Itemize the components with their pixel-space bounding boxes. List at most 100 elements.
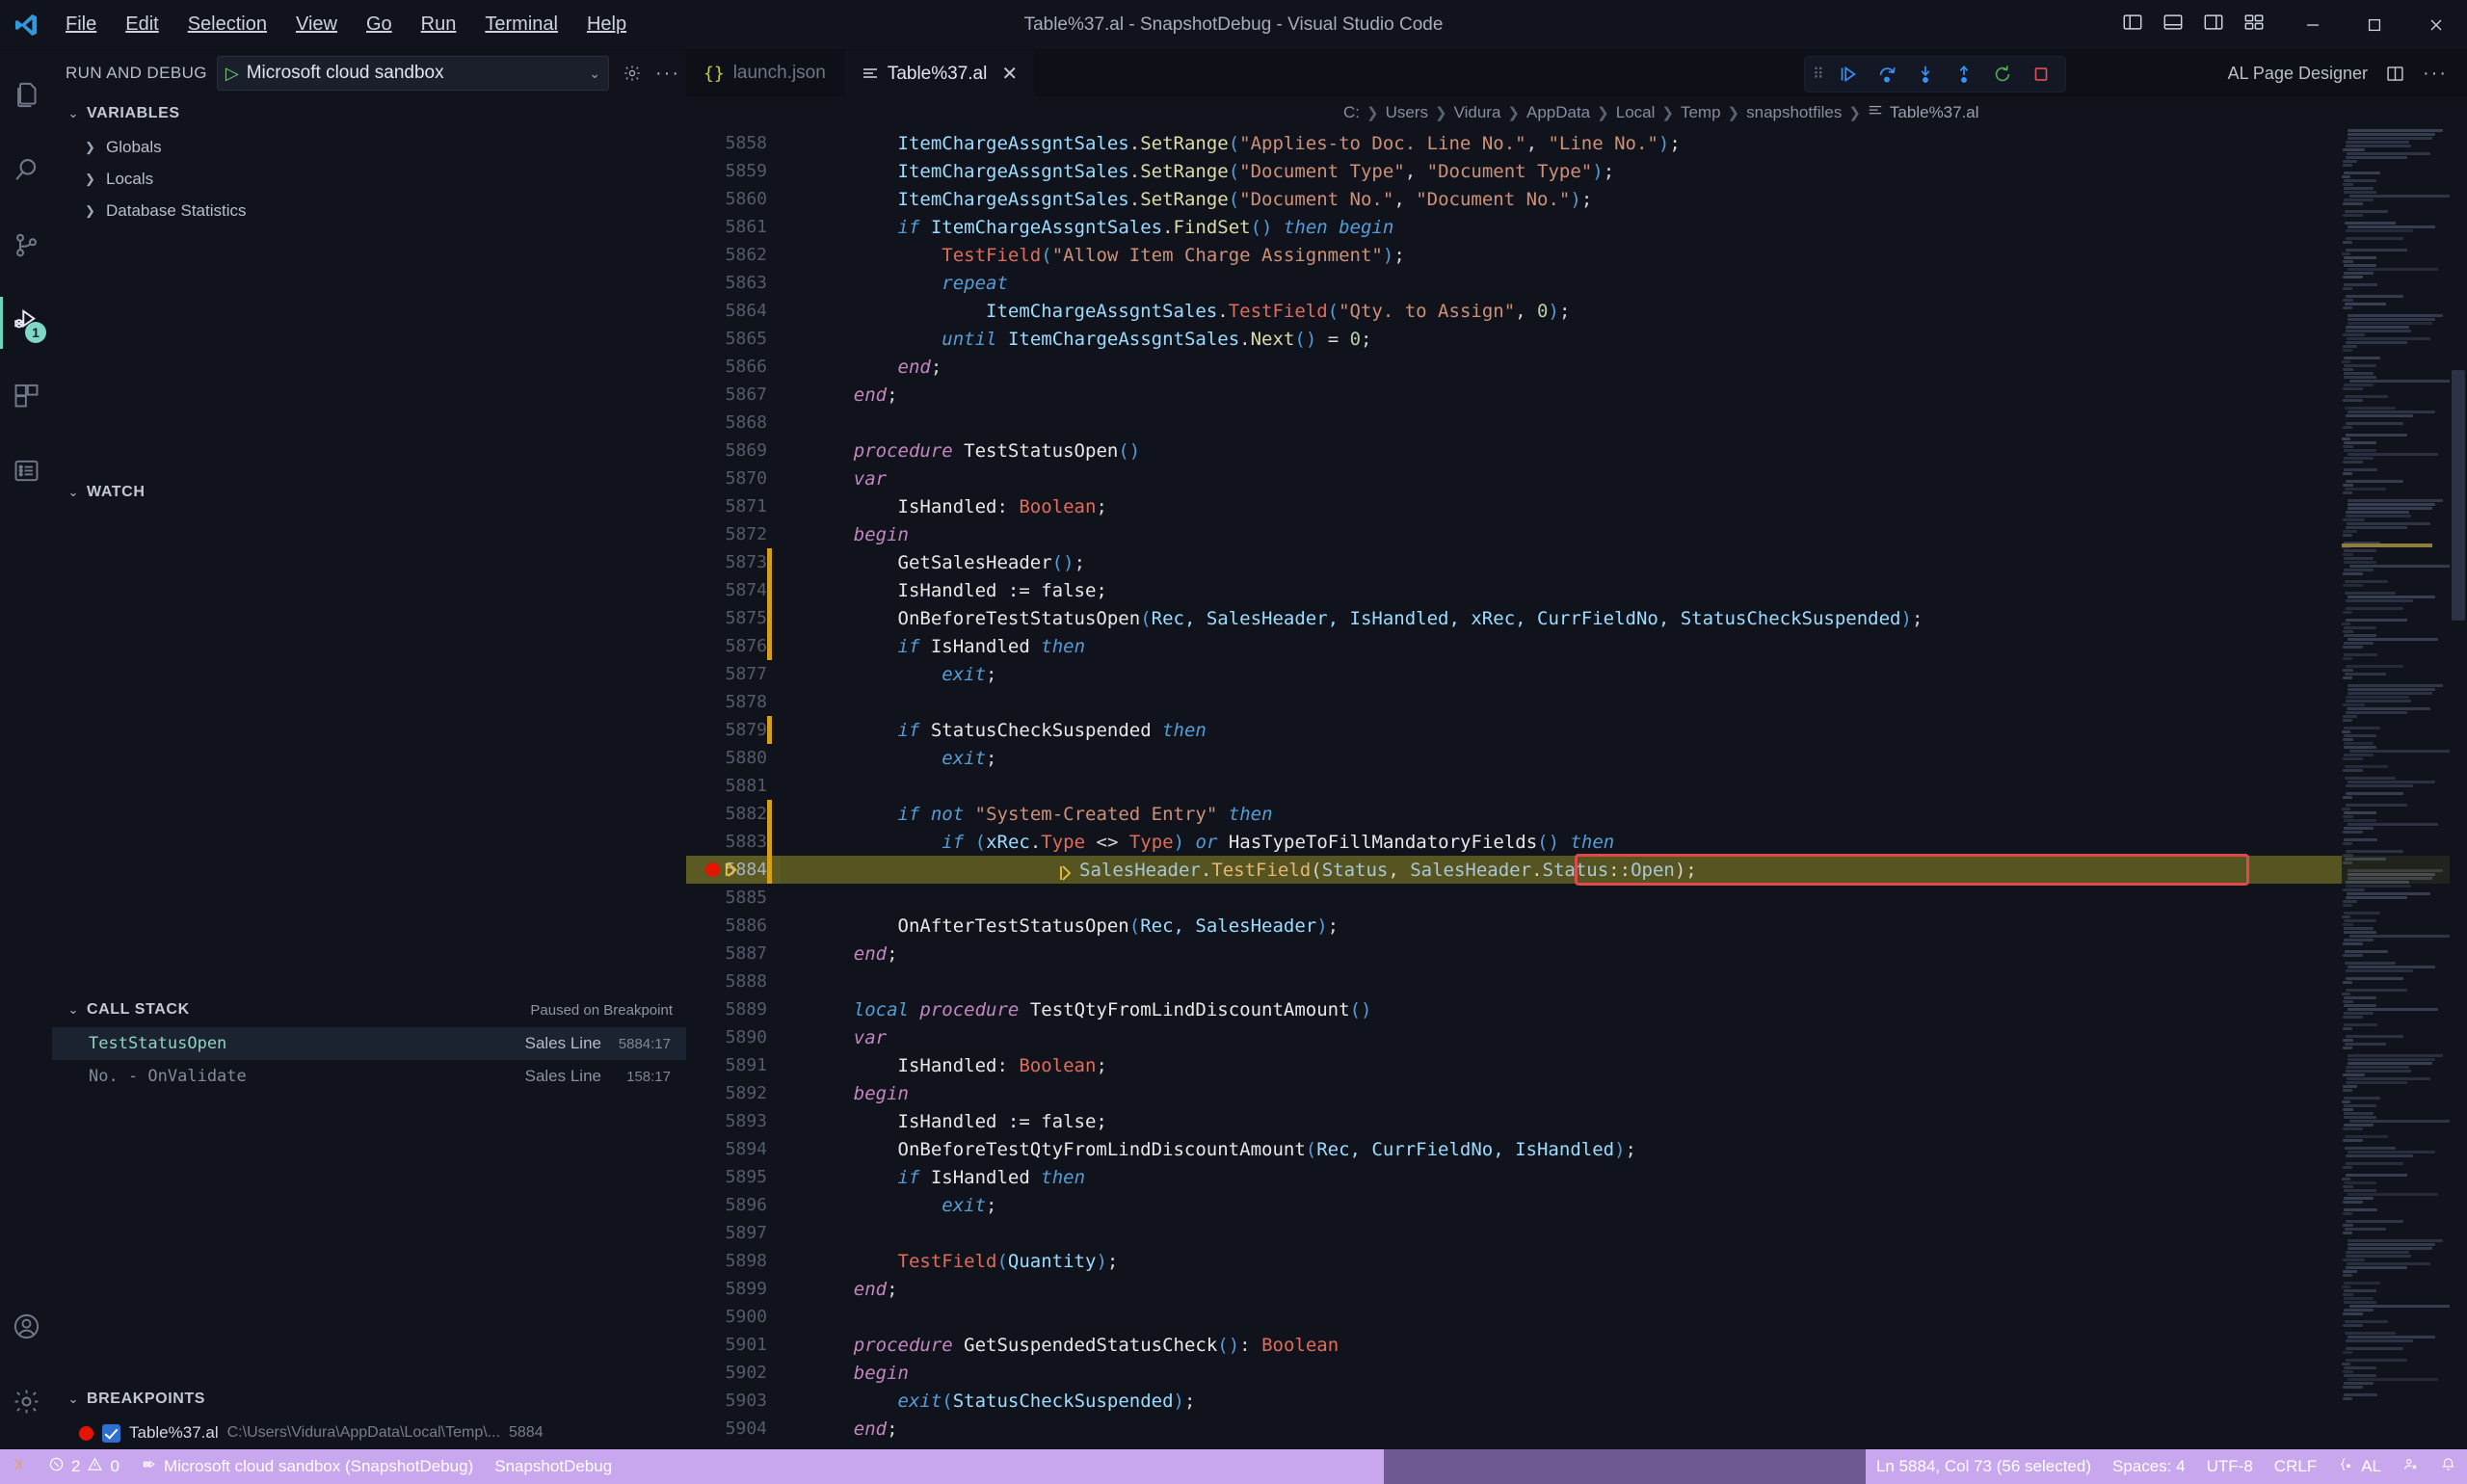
code-text[interactable]: ItemChargeAssgntSales.SetRange("Document… (781, 161, 1614, 182)
code-text[interactable]: ItemChargeAssgntSales.SetRange("Document… (781, 189, 1592, 210)
code-text[interactable]: end; (781, 1279, 898, 1300)
step-over-button[interactable] (1870, 60, 1903, 89)
inline-breakpoint-icon[interactable] (1056, 863, 1074, 888)
code-line-5883[interactable]: 5883 if (xRec.Type <> Type) or HasTypeTo… (686, 828, 2467, 856)
code-text[interactable]: end; (781, 384, 898, 406)
code-line-5893[interactable]: 5893 IsHandled := false; (686, 1107, 2467, 1135)
line-gutter[interactable]: 5858 (686, 129, 781, 157)
code-line-5875[interactable]: 5875 OnBeforeTestStatusOpen(Rec, SalesHe… (686, 604, 2467, 632)
step-into-button[interactable] (1909, 60, 1942, 89)
code-line-5902[interactable]: 5902 begin (686, 1359, 2467, 1387)
breadcrumb-item-temp[interactable]: Temp (1681, 103, 1721, 122)
code-line-5866[interactable]: 5866 end; (686, 353, 2467, 381)
code-text[interactable]: if StatusCheckSuspended then (781, 720, 1207, 741)
code-text[interactable]: var (781, 468, 887, 490)
code-line-5863[interactable]: 5863 repeat (686, 269, 2467, 297)
status-encoding[interactable]: UTF-8 (2196, 1449, 2264, 1484)
code-text[interactable]: exit; (781, 1195, 997, 1216)
activitybar-item-run-and-debug[interactable]: 1 (0, 285, 52, 360)
code-line-5887[interactable]: 5887 end; (686, 940, 2467, 967)
code-text[interactable]: exit; (781, 664, 997, 685)
line-gutter[interactable]: 5864 (686, 297, 781, 325)
chevron-down-icon[interactable]: ⌄ (589, 66, 600, 82)
editor-scrollbar-thumb[interactable] (2452, 370, 2465, 621)
debug-toolbar[interactable]: ⠿ (1804, 56, 2066, 93)
code-line-5869[interactable]: 5869 procedure TestStatusOpen() (686, 437, 2467, 464)
code-lines[interactable]: 5858 ItemChargeAssgntSales.SetRange("App… (686, 129, 2467, 1449)
code-text[interactable]: repeat (781, 273, 1008, 294)
line-gutter[interactable]: 5892 (686, 1079, 781, 1107)
code-line-5877[interactable]: 5877 exit; (686, 660, 2467, 688)
line-gutter[interactable]: 5869 (686, 437, 781, 464)
toggle-primary-sidebar-icon[interactable] (2122, 12, 2143, 38)
line-gutter[interactable]: 5904 (686, 1415, 781, 1443)
code-text[interactable]: ItemChargeAssgntSales.TestField("Qty. to… (781, 301, 1570, 322)
code-line-5860[interactable]: 5860 ItemChargeAssgntSales.SetRange("Doc… (686, 185, 2467, 213)
line-gutter[interactable]: 5897 (686, 1219, 781, 1247)
line-gutter[interactable]: 5874 (686, 576, 781, 604)
restart-button[interactable] (1986, 60, 2019, 89)
activitybar-item-extensions[interactable] (0, 360, 52, 436)
breakpoint-row[interactable]: Table%37.al C:\Users\Vidura\AppData\Loca… (52, 1417, 686, 1449)
code-text[interactable]: var (781, 1027, 887, 1048)
code-text[interactable]: OnAfterTestStatusOpen(Rec, SalesHeader); (781, 915, 1339, 937)
status-indentation[interactable]: Spaces: 4 (2102, 1449, 2196, 1484)
line-gutter[interactable]: 5893 (686, 1107, 781, 1135)
line-gutter[interactable]: 5860 (686, 185, 781, 213)
variables-section-header[interactable]: ⌄ VARIABLES (52, 96, 686, 131)
code-text[interactable]: OnBeforeTestStatusOpen(Rec, SalesHeader,… (781, 608, 1923, 629)
code-line-5858[interactable]: 5858 ItemChargeAssgntSales.SetRange("App… (686, 129, 2467, 157)
code-line-5876[interactable]: 5876 if IsHandled then (686, 632, 2467, 660)
code-text[interactable]: ItemChargeAssgntSales.SetRange("Applies-… (781, 133, 1681, 154)
menu-go[interactable]: Go (353, 9, 406, 40)
line-gutter[interactable]: 5859 (686, 157, 781, 185)
code-text[interactable]: if IsHandled then (781, 1167, 1085, 1188)
status-eol[interactable]: CRLF (2264, 1449, 2327, 1484)
code-text[interactable]: begin (781, 1083, 909, 1104)
code-text[interactable]: IsHandled: Boolean; (781, 1055, 1107, 1076)
line-gutter[interactable]: 5890 (686, 1023, 781, 1051)
line-gutter[interactable]: 5865 (686, 325, 781, 353)
close-icon[interactable]: ✕ (1001, 62, 1018, 86)
line-gutter[interactable]: 5905 (686, 1443, 781, 1449)
code-text[interactable]: GetSalesHeader(); (781, 552, 1085, 573)
breadcrumb-item-local[interactable]: Local (1616, 103, 1656, 122)
activitybar-item-manage[interactable] (0, 1366, 52, 1442)
code-editor[interactable]: 5858 ItemChargeAssgntSales.SetRange("App… (686, 129, 2467, 1449)
watch-section-header[interactable]: ⌄ WATCH (52, 475, 686, 510)
line-gutter[interactable]: 5899 (686, 1275, 781, 1303)
status-debug-name[interactable]: SnapshotDebug (484, 1449, 623, 1484)
al-page-designer-button[interactable]: AL Page Designer (2228, 64, 2368, 84)
code-text[interactable]: SalesHeader.TestField(Status, SalesHeade… (781, 860, 1697, 881)
callstack-frame[interactable]: No. - OnValidate Sales Line 158:17 (52, 1060, 686, 1093)
status-notifications[interactable] (2429, 1449, 2467, 1484)
code-line-5862[interactable]: 5862 TestField("Allow Item Charge Assign… (686, 241, 2467, 269)
breakpoint-glyph-icon[interactable] (705, 862, 720, 877)
stop-button[interactable] (2025, 60, 2057, 89)
line-gutter[interactable]: 5870 (686, 464, 781, 492)
code-text[interactable]: end; (781, 357, 942, 378)
line-gutter[interactable]: 5872 (686, 520, 781, 548)
code-line-5864[interactable]: 5864 ItemChargeAssgntSales.TestField("Qt… (686, 297, 2467, 325)
code-text[interactable]: exit; (781, 748, 997, 769)
status-remote-indicator[interactable] (0, 1449, 38, 1484)
menu-selection[interactable]: Selection (174, 9, 280, 40)
code-line-5872[interactable]: 5872 begin (686, 520, 2467, 548)
code-line-5884[interactable]: 5884 SalesHeader.TestField(Status, SalesH… (686, 856, 2467, 884)
line-gutter[interactable]: 5867 (686, 381, 781, 409)
code-text[interactable]: if not "System-Created Entry" then (781, 804, 1273, 825)
line-gutter[interactable]: 5891 (686, 1051, 781, 1079)
menu-run[interactable]: Run (408, 9, 470, 40)
code-line-5892[interactable]: 5892 begin (686, 1079, 2467, 1107)
line-gutter[interactable]: 5900 (686, 1303, 781, 1331)
breadcrumb-item-users[interactable]: Users (1386, 103, 1428, 122)
line-gutter[interactable]: 5863 (686, 269, 781, 297)
line-gutter[interactable]: 5861 (686, 213, 781, 241)
code-line-5889[interactable]: 5889 local procedure TestQtyFromLindDisc… (686, 995, 2467, 1023)
toggle-panel-icon[interactable] (2162, 12, 2184, 38)
code-line-5896[interactable]: 5896 exit; (686, 1191, 2467, 1219)
line-gutter[interactable]: 5862 (686, 241, 781, 269)
code-text[interactable]: IsHandled: Boolean; (781, 496, 1107, 517)
step-out-button[interactable] (1948, 60, 1980, 89)
status-debug-session[interactable]: Microsoft cloud sandbox (SnapshotDebug) (130, 1449, 484, 1484)
